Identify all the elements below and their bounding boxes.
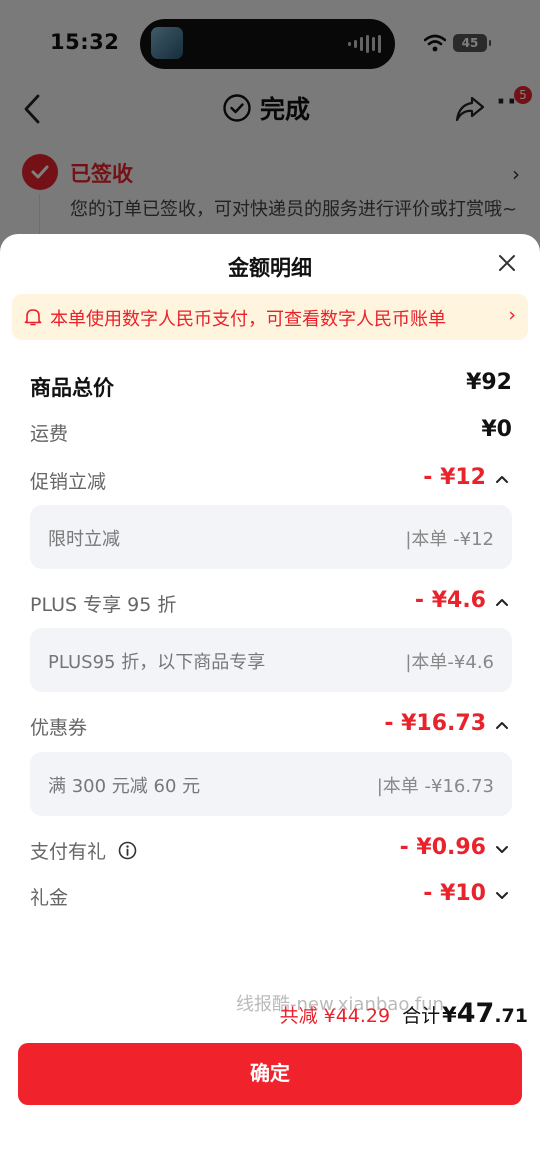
total-discount: 共减 ¥44.29 (279, 1005, 391, 1027)
pay-gift-row[interactable]: 支付有礼 - ¥0.96 (30, 835, 512, 865)
coupon-detail-amount: |本单 -¥16.73 (376, 776, 494, 797)
chevron-right-icon: › (508, 304, 516, 326)
promo-value: - ¥12 (423, 465, 486, 490)
chevron-up-icon[interactable] (494, 592, 510, 612)
gift-cash-label: 礼金 (30, 887, 69, 909)
info-icon[interactable] (118, 841, 137, 860)
promo-detail-name: 限时立减 (48, 529, 120, 550)
digital-rmb-notice[interactable]: 本单使用数字人民币支付，可查看数字人民币账单 › (12, 294, 528, 340)
plus-detail-amount: |本单-¥4.6 (405, 652, 494, 673)
gift-cash-row[interactable]: 礼金 - ¥10 (30, 881, 512, 911)
goods-total-label: 商品总价 (30, 376, 114, 400)
pay-gift-label-wrap: 支付有礼 (30, 837, 137, 864)
shipping-value: ¥0 (481, 417, 512, 442)
chevron-down-icon[interactable] (494, 839, 510, 859)
pay-gift-label: 支付有礼 (30, 841, 107, 863)
total-currency: ¥ (442, 1003, 457, 1027)
plus-value: - ¥4.6 (414, 588, 486, 613)
total-label: 合计 (402, 1005, 441, 1027)
total-integer: 47 (456, 998, 495, 1029)
promo-detail: 限时立减 |本单 -¥12 (30, 505, 512, 569)
sheet-title: 金额明细 (228, 256, 312, 280)
promo-detail-amount: |本单 -¥12 (405, 529, 494, 550)
promo-row[interactable]: 促销立减 - ¥12 (30, 465, 512, 495)
coupon-detail-name: 满 300 元减 60 元 (48, 776, 201, 797)
total-summary: 共减 ¥44.29 合计 ¥ 47 .71 (280, 998, 528, 1029)
gift-cash-value: - ¥10 (423, 881, 486, 906)
close-icon[interactable] (494, 250, 520, 276)
coupon-label: 优惠券 (30, 717, 88, 739)
pay-gift-value: - ¥0.96 (399, 835, 486, 860)
coupon-value: - ¥16.73 (384, 711, 486, 736)
confirm-button[interactable]: 确定 (18, 1043, 522, 1105)
coupon-detail: 满 300 元减 60 元 |本单 -¥16.73 (30, 752, 512, 816)
goods-total-row: 商品总价 ¥92 (30, 370, 512, 400)
plus-row[interactable]: PLUS 专享 95 折 - ¥4.6 (30, 588, 512, 618)
shipping-label: 运费 (30, 423, 69, 445)
goods-total-value: ¥92 (466, 370, 512, 395)
plus-label: PLUS 专享 95 折 (30, 594, 177, 616)
amount-detail-sheet: 金额明细 本单使用数字人民币支付，可查看数字人民币账单 › 商品总价 ¥92 运… (0, 234, 540, 1174)
chevron-up-icon[interactable] (494, 469, 510, 489)
bell-icon (24, 309, 42, 326)
coupon-row[interactable]: 优惠券 - ¥16.73 (30, 711, 512, 741)
plus-detail-name: PLUS95 折，以下商品专享 (48, 652, 266, 673)
shipping-row: 运费 ¥0 (30, 417, 512, 447)
promo-label: 促销立减 (30, 471, 107, 493)
notice-text: 本单使用数字人民币支付，可查看数字人民币账单 (50, 309, 446, 330)
chevron-up-icon[interactable] (494, 715, 510, 735)
total-decimal: .71 (494, 1005, 528, 1027)
chevron-down-icon[interactable] (494, 885, 510, 905)
plus-detail: PLUS95 折，以下商品专享 |本单-¥4.6 (30, 628, 512, 692)
